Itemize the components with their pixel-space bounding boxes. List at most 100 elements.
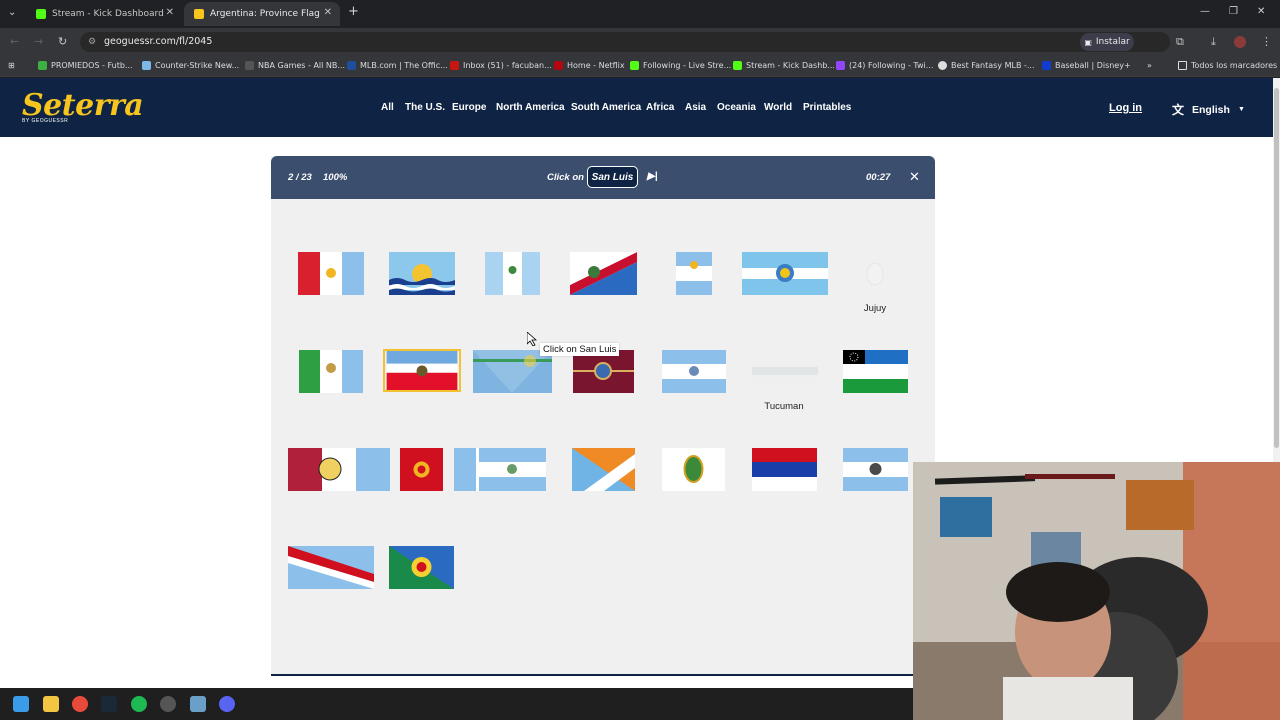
- bookmark-favicon: [347, 61, 356, 70]
- flag-option[interactable]: [676, 252, 712, 295]
- language-selector[interactable]: 文 English ▼: [1172, 101, 1245, 118]
- flag-option[interactable]: [473, 350, 552, 393]
- bookmark-favicon: [142, 61, 151, 70]
- site-header: Seterra BY GEOGUESSR All The U.S. Europe…: [0, 78, 1273, 137]
- skip-icon[interactable]: ▶|: [647, 171, 658, 182]
- obs-icon[interactable]: [160, 696, 176, 712]
- windows-taskbar: [0, 688, 913, 720]
- flag-placed-tucuman: [752, 360, 818, 382]
- close-icon[interactable]: ✕: [324, 7, 332, 18]
- nav-south-america[interactable]: South America: [571, 102, 641, 113]
- bookmark-item[interactable]: Following - Live Stre...: [630, 61, 731, 70]
- flag-option[interactable]: [389, 546, 454, 589]
- logo-subtitle: BY GEOGUESSR: [22, 118, 69, 124]
- flag-option[interactable]: [400, 448, 443, 491]
- game-timer: 00:27: [866, 172, 891, 183]
- site-info-icon[interactable]: ⚙: [88, 36, 96, 47]
- flag-option[interactable]: [843, 350, 908, 393]
- all-bookmarks[interactable]: Todos los marcadores: [1178, 61, 1277, 70]
- address-bar[interactable]: ⚙ geoguessr.com/fl/2045: [80, 32, 1170, 52]
- flag-option[interactable]: [383, 349, 461, 392]
- steam-icon[interactable]: [101, 696, 117, 712]
- bookmark-favicon: [554, 61, 563, 70]
- flag-option[interactable]: [288, 546, 374, 589]
- flag-option[interactable]: [298, 252, 364, 295]
- close-game-icon[interactable]: ✕: [909, 169, 920, 185]
- bookmark-label: Following - Live Stre...: [643, 61, 732, 70]
- nav-asia[interactable]: Asia: [685, 102, 706, 113]
- tab-kick-dashboard[interactable]: Stream - Kick Dashboard ✕: [26, 2, 182, 26]
- bookmark-label: Counter-Strike New...: [155, 61, 240, 70]
- browser-tab-strip: ⌄ Stream - Kick Dashboard ✕ Argentina: P…: [0, 0, 1280, 28]
- nav-oceania[interactable]: Oceania: [717, 102, 756, 113]
- bookmark-item[interactable]: Inbox (51) - facuban...: [450, 61, 552, 70]
- bookmark-item[interactable]: Best Fantasy MLB -...: [938, 61, 1035, 70]
- nav-world[interactable]: World: [764, 102, 792, 113]
- bookmark-item[interactable]: Stream - Kick Dashb...: [733, 61, 835, 70]
- flag-option[interactable]: [570, 252, 637, 295]
- flag-option[interactable]: [662, 350, 726, 393]
- login-link[interactable]: Log in: [1109, 102, 1142, 114]
- nav-printables[interactable]: Printables: [803, 102, 851, 113]
- minimize-icon[interactable]: —: [1200, 6, 1210, 17]
- profile-avatar[interactable]: [1234, 36, 1246, 48]
- apps-grid-icon[interactable]: ⊞: [8, 61, 15, 70]
- tab-search-icon[interactable]: ⌄: [8, 7, 16, 18]
- folder-icon: [1178, 61, 1187, 70]
- flag-option[interactable]: [572, 448, 635, 491]
- install-app-button[interactable]: ▣ Instalar: [1080, 33, 1134, 51]
- bookmark-favicon: [733, 61, 742, 70]
- bookmark-label: Baseball | Disney+: [1055, 61, 1131, 70]
- flag-option[interactable]: [843, 448, 908, 491]
- flag-option[interactable]: [742, 252, 828, 295]
- bookmark-item[interactable]: Counter-Strike New...: [142, 61, 239, 70]
- scrollbar-thumb[interactable]: [1274, 88, 1279, 448]
- translate-icon: 文: [1172, 103, 1185, 117]
- flag-option[interactable]: [485, 252, 540, 295]
- bookmark-favicon: [1042, 61, 1051, 70]
- bookmark-item[interactable]: MLB.com | The Offic...: [347, 61, 448, 70]
- bookmark-item[interactable]: (24) Following - Twi...: [836, 61, 933, 70]
- menu-icon[interactable]: ⋮: [1261, 35, 1272, 48]
- nav-europe[interactable]: Europe: [452, 102, 486, 113]
- flag-option[interactable]: [288, 448, 390, 491]
- install-icon: ▣: [1084, 37, 1092, 47]
- prompt-prefix: Click on: [547, 172, 584, 183]
- flag-option[interactable]: [454, 448, 546, 491]
- flag-option[interactable]: [752, 448, 817, 491]
- flag-option[interactable]: [299, 350, 363, 393]
- bookmark-item[interactable]: PROMIEDOS - Futb...: [38, 61, 133, 70]
- close-icon[interactable]: ✕: [166, 7, 174, 18]
- bookmark-item[interactable]: NBA Games - All NB...: [245, 61, 345, 70]
- flag-option[interactable]: [389, 252, 455, 295]
- reload-icon[interactable]: ↻: [58, 35, 67, 48]
- nav-north-america[interactable]: North America: [496, 102, 565, 113]
- new-tab-icon[interactable]: +: [348, 4, 359, 19]
- nav-the-us[interactable]: The U.S.: [405, 102, 445, 113]
- hover-tooltip: Click on San Luis: [540, 343, 620, 356]
- extensions-icon[interactable]: ⧉: [1176, 35, 1184, 49]
- windows-start-icon[interactable]: [13, 696, 29, 712]
- spotify-icon[interactable]: [131, 696, 147, 712]
- nav-all[interactable]: All: [381, 102, 394, 113]
- bookmark-item[interactable]: Home - Netflix: [554, 61, 625, 70]
- nav-africa[interactable]: Africa: [646, 102, 674, 113]
- discord-icon[interactable]: [219, 696, 235, 712]
- bookmark-favicon: [836, 61, 845, 70]
- tab-argentina-flags[interactable]: Argentina: Province Flags - Flag ✕: [184, 2, 340, 26]
- bookmark-favicon: [450, 61, 459, 70]
- forward-icon[interactable]: →: [34, 35, 43, 48]
- window-close-icon[interactable]: ✕: [1257, 6, 1265, 17]
- download-icon[interactable]: ⤓: [1211, 35, 1216, 49]
- maximize-icon[interactable]: ❐: [1229, 6, 1238, 17]
- more-bookmarks-icon[interactable]: »: [1147, 61, 1152, 70]
- flag-option[interactable]: [573, 350, 634, 393]
- bookmark-item[interactable]: Baseball | Disney+: [1042, 61, 1131, 70]
- back-icon[interactable]: ←: [10, 35, 19, 48]
- chrome-icon[interactable]: [72, 696, 88, 712]
- file-explorer-icon[interactable]: [43, 696, 59, 712]
- bookmark-label: Inbox (51) - facuban...: [463, 61, 552, 70]
- app-icon[interactable]: [190, 696, 206, 712]
- bookmark-label: Best Fantasy MLB -...: [951, 61, 1035, 70]
- flag-option[interactable]: [662, 448, 725, 491]
